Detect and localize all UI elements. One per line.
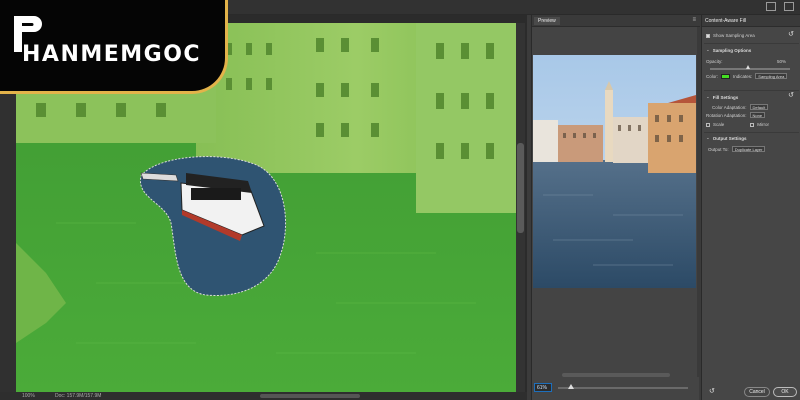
mirror-label: Mirror (757, 122, 770, 127)
ok-button[interactable]: OK (773, 387, 797, 397)
scale-mirror-row: Scale Mirror (706, 122, 769, 127)
show-sampling-checkbox[interactable] (706, 33, 710, 38)
opacity-row: Opacity: (706, 59, 723, 64)
opacity-slider-knob[interactable] (746, 65, 750, 69)
reset-icon[interactable]: ↺ (788, 30, 794, 38)
overlay-color-swatch[interactable] (721, 73, 731, 79)
collapse-icon[interactable]: ⌄ (706, 135, 710, 141)
window-controls (766, 2, 794, 11)
preview-zoom-field[interactable]: 61% (534, 383, 552, 392)
opacity-slider[interactable] (710, 65, 790, 70)
divider (704, 132, 799, 133)
preview-venice-image (533, 55, 696, 288)
rotation-adaptation-select[interactable]: None (749, 112, 766, 118)
preview-panel: Preview ≡ 61% (531, 15, 700, 400)
preview-vertical-scrollbar[interactable] (697, 27, 700, 377)
color-label: Color: (706, 73, 719, 79)
show-sampling-label: Show Sampling Area (713, 33, 755, 38)
reset-all-icon[interactable]: ↺ (709, 387, 715, 395)
sampling-section-title: Sampling Options (712, 47, 752, 53)
content-aware-fill-workspace: HANMEMGOC 100% Doc: 157.9M/157.9M Previe… (0, 0, 800, 400)
cancel-button[interactable]: Cancel (744, 387, 770, 397)
preview-horizontal-scrollbar[interactable] (562, 373, 670, 377)
output-section-row[interactable]: ⌄ Output Settings (706, 135, 747, 141)
tab-preview[interactable]: Preview (534, 17, 560, 25)
preview-header: Preview ≡ (532, 15, 700, 27)
scroll-thumb[interactable] (517, 143, 524, 233)
mirror-checkbox[interactable] (750, 122, 755, 127)
arrange-icon[interactable] (766, 2, 776, 11)
logo-text: HANMEMGOC (22, 42, 202, 67)
rotation-adaptation-label: Rotation Adaptation: (706, 112, 747, 118)
doc-size-readout: Doc: 157.9M/157.9M (55, 393, 102, 399)
panel-footer: ↺ Cancel OK (702, 384, 800, 400)
output-to-select[interactable]: Duplicate Layer (731, 146, 766, 152)
collapse-icon[interactable]: ⌄ (706, 94, 710, 100)
rotation-adaptation-row: Rotation Adaptation: None (706, 112, 766, 118)
collapse-icon[interactable]: ⌄ (706, 47, 710, 53)
share-icon[interactable] (784, 2, 794, 11)
color-adaptation-select[interactable]: Default (749, 104, 769, 110)
preview-zoom-slider[interactable] (558, 384, 688, 389)
preview-image[interactable] (533, 55, 696, 288)
divider (704, 90, 799, 91)
reset-icon[interactable]: ↺ (788, 91, 794, 99)
panel-title: Content-Aware Fill (705, 18, 747, 24)
scale-label: Scale (713, 122, 725, 127)
content-aware-fill-panel: Content-Aware Fill Show Sampling Area ↺ … (701, 15, 800, 400)
output-section-title: Output Settings (712, 135, 747, 141)
status-bar: 100% Doc: 157.9M/157.9M (0, 392, 527, 400)
opacity-label: Opacity: (706, 59, 723, 64)
opacity-value[interactable]: 50% (777, 59, 786, 64)
fill-section-title: Fill Settings (712, 94, 739, 100)
output-to-label: Output To: (708, 146, 729, 152)
indicates-label: Indicates: (733, 73, 753, 79)
canvas-horizontal-scrollbar[interactable] (260, 394, 360, 398)
color-adaptation-label: Color Adaptation: (712, 104, 747, 110)
zoom-readout: 100% (22, 393, 35, 399)
canvas-vertical-scrollbar[interactable] (516, 23, 525, 392)
color-adaptation-row: Color Adaptation: Default (712, 104, 769, 110)
divider (704, 43, 799, 44)
panel-menu-icon[interactable]: ≡ (692, 17, 696, 23)
sampling-section-row[interactable]: ⌄ Sampling Options (706, 47, 751, 53)
scale-checkbox[interactable] (706, 122, 710, 127)
show-sampling-row[interactable]: Show Sampling Area (706, 33, 755, 38)
color-row: Color: Indicates: Sampling Area (706, 73, 788, 79)
fill-section-row[interactable]: ⌄ Fill Settings (706, 94, 738, 100)
caf-header: Content-Aware Fill (702, 15, 800, 27)
output-to-row: Output To: Duplicate Layer (708, 146, 766, 152)
indicates-select[interactable]: Sampling Area (755, 73, 788, 79)
slider-knob[interactable] (568, 384, 574, 389)
watermark-logo: HANMEMGOC (0, 0, 228, 94)
